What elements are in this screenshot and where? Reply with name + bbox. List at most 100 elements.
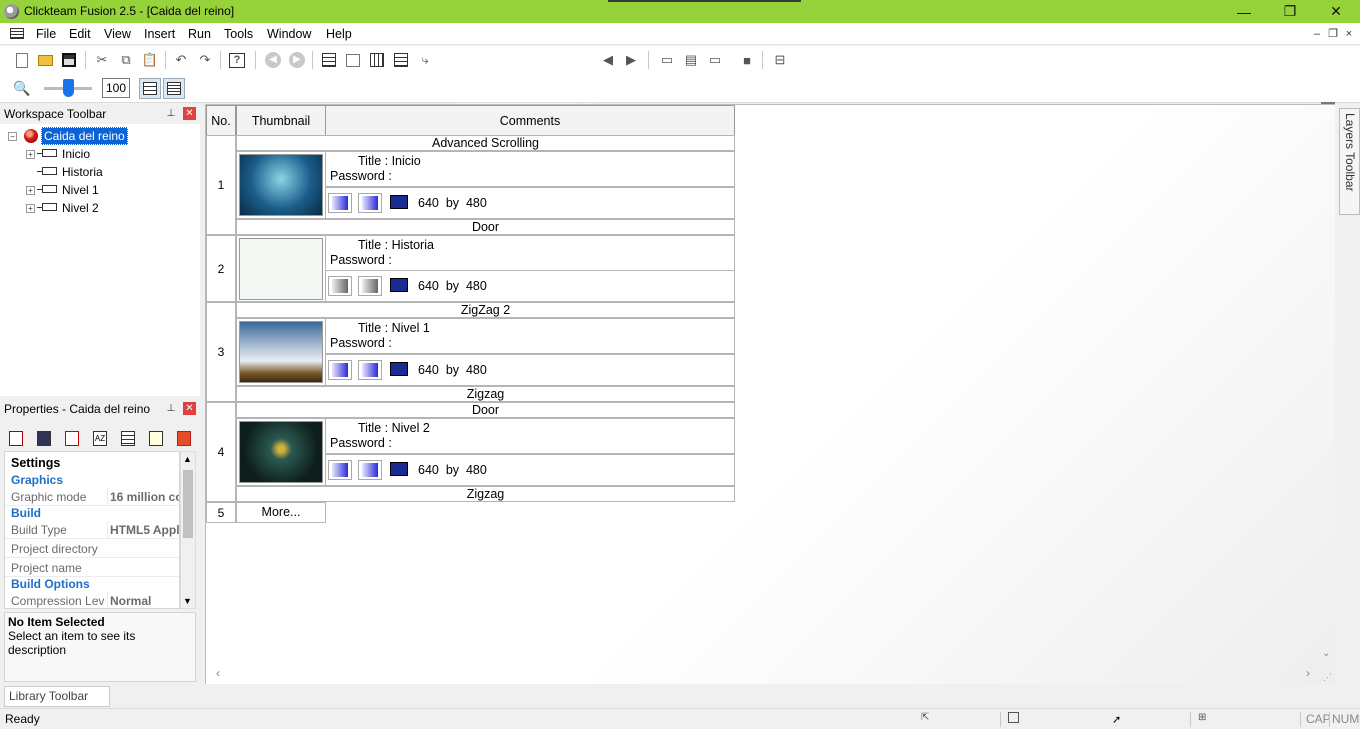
tree-item-frame-nivel-2[interactable]: + Nivel 2 bbox=[0, 199, 190, 217]
menu-edit[interactable]: Edit bbox=[69, 27, 91, 41]
collapse-icon[interactable]: − bbox=[8, 132, 17, 141]
values-tab-icon[interactable] bbox=[118, 428, 138, 448]
undo-icon[interactable]: ↶ bbox=[172, 51, 190, 69]
close-workspace-icon[interactable]: ✕ bbox=[183, 107, 196, 120]
frame-info[interactable]: Title : Inicio Password : bbox=[325, 151, 735, 187]
fade-in-transition-icon[interactable] bbox=[328, 193, 352, 213]
tree-item-application[interactable]: − Caida del reino bbox=[6, 127, 196, 145]
menu-tools[interactable]: Tools bbox=[224, 27, 253, 41]
expand-icon[interactable]: + bbox=[26, 150, 35, 159]
pin-icon[interactable]: ⊥ bbox=[165, 108, 177, 120]
mdi-minimize-button[interactable]: – bbox=[1311, 29, 1323, 40]
transition-in[interactable]: Advanced Scrolling bbox=[236, 135, 735, 151]
html5-tab-icon[interactable] bbox=[174, 428, 194, 448]
frame-size[interactable]: 640 by 480 bbox=[418, 279, 487, 293]
frame-info[interactable]: Title : Nivel 2 Password : bbox=[325, 418, 735, 454]
close-window-button[interactable]: ✕ bbox=[1313, 0, 1359, 23]
monitor-icon[interactable] bbox=[390, 362, 408, 376]
scroll-down-icon[interactable]: ▼ bbox=[183, 596, 192, 606]
run-frame-icon[interactable]: ▤ bbox=[682, 51, 700, 69]
redo-icon[interactable]: ↷ bbox=[196, 51, 214, 69]
runtime-tab-icon[interactable] bbox=[62, 428, 82, 448]
event-editor-icon[interactable] bbox=[368, 51, 386, 69]
tree-item-frame-nivel-1[interactable]: + Nivel 1 bbox=[0, 181, 190, 199]
property-value[interactable]: 16 million co bbox=[107, 488, 179, 506]
library-toolbar-tab[interactable]: Library Toolbar bbox=[4, 686, 110, 707]
monitor-icon[interactable] bbox=[390, 195, 408, 209]
fade-in-transition-icon[interactable] bbox=[328, 460, 352, 480]
previous-frame-icon[interactable]: ◀ bbox=[599, 51, 617, 69]
zoom-slider-thumb[interactable] bbox=[63, 79, 74, 97]
thumbnail-cell[interactable] bbox=[236, 318, 326, 386]
cut-icon[interactable]: ✂ bbox=[93, 51, 111, 69]
frame-thumbnail-image[interactable] bbox=[239, 321, 323, 383]
fade-in-transition-icon[interactable] bbox=[328, 360, 352, 380]
scroll-down-icon[interactable]: ⌄ bbox=[1322, 648, 1330, 659]
run-in-browser-icon[interactable]: ▭ bbox=[706, 51, 724, 69]
property-value[interactable]: Normal bbox=[107, 592, 179, 610]
resize-grip-icon[interactable]: ⋰ bbox=[1323, 672, 1332, 683]
menu-help[interactable]: Help bbox=[326, 27, 352, 41]
build-icon[interactable]: ⊟ bbox=[771, 51, 789, 69]
thumbnail-cell[interactable] bbox=[236, 151, 326, 219]
transition-in[interactable]: Door bbox=[236, 402, 735, 418]
help-cursor-icon[interactable]: ? bbox=[228, 51, 246, 69]
list-view-button[interactable] bbox=[163, 78, 185, 99]
menu-insert[interactable]: Insert bbox=[144, 27, 175, 41]
layers-toolbar-tab[interactable]: Layers Toolbar bbox=[1339, 108, 1360, 215]
fade-in-transition-icon[interactable] bbox=[328, 276, 352, 296]
scroll-right-icon[interactable]: › bbox=[1306, 666, 1310, 680]
data-elements-icon[interactable]: ⤷ bbox=[416, 51, 434, 69]
open-folder-icon[interactable] bbox=[36, 51, 54, 69]
stop-icon[interactable]: ■ bbox=[738, 51, 756, 69]
settings-tab-icon[interactable] bbox=[6, 428, 26, 448]
app-icon[interactable] bbox=[4, 4, 19, 19]
zoom-value-input[interactable]: 100 bbox=[102, 78, 130, 98]
fade-out-transition-icon[interactable] bbox=[358, 360, 382, 380]
expand-icon[interactable]: + bbox=[26, 204, 35, 213]
tree-item-frame-historia[interactable]: Historia bbox=[0, 163, 190, 181]
vertical-scrollbar[interactable]: ⌄ bbox=[1318, 102, 1335, 664]
new-file-icon[interactable] bbox=[13, 51, 31, 69]
transition-out[interactable]: Zigzag bbox=[236, 386, 735, 402]
next-frame-icon[interactable]: ▶ bbox=[622, 51, 640, 69]
property-value[interactable]: HTML5 Appli bbox=[107, 521, 179, 539]
menu-window[interactable]: Window bbox=[267, 27, 311, 41]
save-icon[interactable] bbox=[60, 51, 78, 69]
frame-size[interactable]: 640 by 480 bbox=[418, 363, 487, 377]
property-project-name[interactable]: Project name bbox=[5, 559, 179, 577]
scroll-up-icon[interactable]: ▲ bbox=[183, 454, 192, 464]
window-tab-icon[interactable] bbox=[34, 428, 54, 448]
mdi-restore-button[interactable]: ❐ bbox=[1327, 29, 1339, 40]
menu-file[interactable]: File bbox=[36, 27, 56, 41]
scroll-thumb[interactable] bbox=[183, 470, 193, 538]
transition-out[interactable]: Door bbox=[236, 219, 735, 235]
maximize-button[interactable]: ❐ bbox=[1267, 0, 1313, 23]
frame-editor-icon[interactable] bbox=[344, 51, 362, 69]
forward-icon[interactable]: ▶ bbox=[288, 51, 306, 69]
paste-icon[interactable]: 📋 bbox=[141, 51, 159, 69]
events-tab-icon[interactable] bbox=[146, 428, 166, 448]
frame-thumbnail-image[interactable] bbox=[239, 154, 323, 216]
horizontal-scrollbar[interactable]: ‹ › bbox=[210, 666, 1320, 682]
monitor-icon[interactable] bbox=[390, 278, 408, 292]
fade-out-transition-icon[interactable] bbox=[358, 193, 382, 213]
menu-run[interactable]: Run bbox=[188, 27, 211, 41]
run-application-icon[interactable]: ▭ bbox=[658, 51, 676, 69]
frame-info[interactable]: Title : Nivel 1 Password : bbox=[325, 318, 735, 354]
thumbnail-cell[interactable] bbox=[236, 418, 326, 486]
transition-out[interactable]: Zigzag bbox=[236, 486, 735, 502]
storyboard-editor-icon[interactable] bbox=[320, 51, 338, 69]
copy-icon[interactable]: ⧉ bbox=[117, 51, 135, 69]
expand-icon[interactable]: + bbox=[26, 186, 35, 195]
minimize-button[interactable]: — bbox=[1221, 0, 1267, 23]
tree-item-frame-inicio[interactable]: + Inicio bbox=[0, 145, 190, 163]
more-frames-button[interactable]: More... bbox=[236, 502, 326, 523]
close-properties-icon[interactable]: ✕ bbox=[183, 402, 196, 415]
frame-size[interactable]: 640 by 480 bbox=[418, 463, 487, 477]
event-list-editor-icon[interactable] bbox=[392, 51, 410, 69]
back-icon[interactable]: ◀ bbox=[264, 51, 282, 69]
frame-thumbnail-image[interactable] bbox=[239, 238, 323, 300]
category-build[interactable]: Build bbox=[11, 506, 41, 520]
transition-out[interactable]: ZigZag 2 bbox=[236, 302, 735, 318]
